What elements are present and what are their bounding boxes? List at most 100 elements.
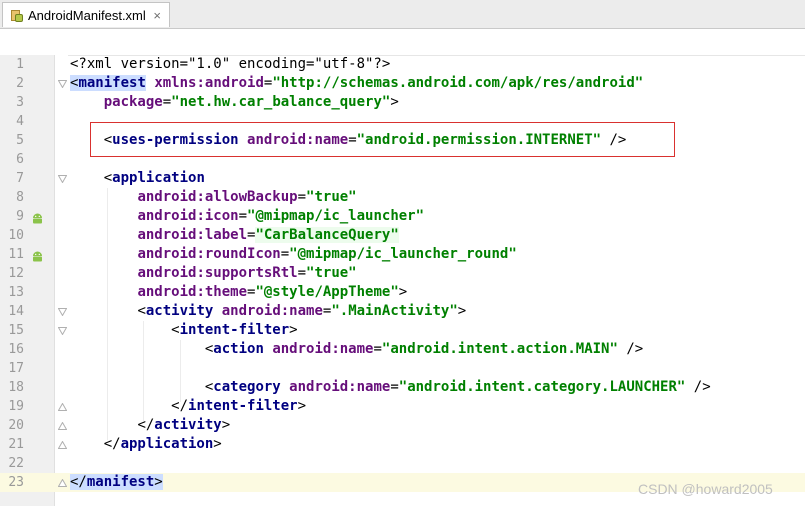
code-line[interactable]: 21 </application>	[0, 435, 805, 454]
code-text: package="net.hw.car_balance_query">	[70, 93, 399, 112]
line-number: 12	[8, 266, 24, 281]
code-line[interactable]: 11 android:roundIcon="@mipmap/ic_launche…	[0, 245, 805, 264]
token-lt: <	[103, 170, 113, 186]
fold-marker-icon[interactable]	[58, 308, 67, 316]
token-ind	[70, 208, 137, 224]
token-ind	[70, 341, 205, 357]
token-attr: android:allowBackup	[137, 189, 298, 205]
token-lt: </	[70, 474, 87, 490]
token-attr: android:name	[221, 303, 323, 319]
code-text: <manifest xmlns:android="http://schemas.…	[70, 74, 643, 93]
token-ind	[70, 322, 171, 338]
token-attr: android:label	[137, 227, 248, 243]
code-text: android:allowBackup="true"	[70, 188, 357, 207]
tab-androidmanifest[interactable]: AndroidManifest.xml ×	[2, 2, 170, 27]
code-line[interactable]: 19 </intent-filter>	[0, 397, 805, 416]
fold-marker-icon[interactable]	[58, 441, 67, 449]
xml-file-icon	[11, 9, 24, 22]
line-number: 5	[16, 133, 24, 148]
code-line[interactable]: 12 android:supportsRtl="true"	[0, 264, 805, 283]
line-number: 4	[16, 114, 24, 129]
code-text: </manifest>	[70, 473, 163, 492]
token-attr: android:supportsRtl	[137, 265, 298, 281]
code-text: android:supportsRtl="true"	[70, 264, 357, 283]
code-line[interactable]: 8 android:allowBackup="true"	[0, 188, 805, 207]
code-line[interactable]: 15 <intent-filter>	[0, 321, 805, 340]
fold-marker-icon[interactable]	[58, 403, 67, 411]
code-text: </application>	[70, 435, 222, 454]
code-line[interactable]: 13 android:theme="@style/AppTheme">	[0, 283, 805, 302]
token-val: "true"	[306, 265, 357, 281]
token-attr: android:name	[272, 341, 374, 357]
close-icon[interactable]: ×	[153, 8, 161, 23]
code-line[interactable]: 16 <action android:name="android.intent.…	[0, 340, 805, 359]
code-line[interactable]: 1 <?xml version="1.0" encoding="utf-8"?>	[0, 55, 805, 74]
code-text: android:icon="@mipmap/ic_launcher"	[70, 207, 424, 226]
line-number: 1	[16, 57, 24, 72]
code-line[interactable]: 17	[0, 359, 805, 378]
line-number: 23	[8, 475, 24, 490]
token-val: "true"	[306, 189, 357, 205]
code-text: android:theme="@style/AppTheme">	[70, 283, 407, 302]
token-end: >	[297, 398, 307, 414]
token-ind	[70, 227, 137, 243]
code-line[interactable]: 18 <category android:name="android.inten…	[0, 378, 805, 397]
token-end: >	[390, 94, 399, 110]
token-ind	[70, 417, 137, 433]
token-tag: manifest	[78, 75, 146, 91]
token-lt: <	[171, 322, 180, 338]
fold-marker-icon[interactable]	[58, 422, 67, 430]
token-end: >	[213, 436, 222, 452]
token-ind	[70, 303, 137, 319]
token-a: <?xml version="1.0" encoding="utf-8"?>	[70, 56, 391, 72]
token-attr: android:name	[289, 379, 391, 395]
code-line[interactable]: 10 android:label="CarBalanceQuery"	[0, 226, 805, 245]
android-launcher-icon[interactable]	[31, 248, 44, 262]
line-number: 9	[16, 209, 24, 224]
code-line[interactable]: 7 <application	[0, 169, 805, 188]
token-eq: =	[390, 379, 399, 395]
highlight-box	[90, 122, 675, 157]
code-line[interactable]: 9 android:icon="@mipmap/ic_launcher"	[0, 207, 805, 226]
tab-title: AndroidManifest.xml	[28, 7, 146, 23]
android-launcher-icon[interactable]	[31, 210, 44, 224]
token-end: >	[154, 474, 163, 490]
code-text: android:roundIcon="@mipmap/ic_launcher_r…	[70, 245, 516, 264]
token-attr: package	[103, 94, 163, 110]
token-tag: activity	[145, 303, 214, 319]
code-line[interactable]: 2 <manifest xmlns:android="http://schemas…	[0, 74, 805, 93]
token-attr: android:icon	[137, 208, 239, 224]
fold-marker-icon[interactable]	[58, 479, 67, 487]
code-line[interactable]: 3 package="net.hw.car_balance_query">	[0, 93, 805, 112]
token-end: >	[398, 284, 408, 300]
line-number: 2	[16, 76, 24, 91]
token-tag: intent-filter	[188, 398, 298, 414]
fold-marker-icon[interactable]	[58, 327, 67, 335]
token-eq: =	[297, 189, 307, 205]
editor-tab-bar: AndroidManifest.xml ×	[0, 0, 805, 29]
line-number: 17	[8, 361, 24, 376]
fold-marker-icon[interactable]	[58, 80, 67, 88]
code-line[interactable]: 20 </activity>	[0, 416, 805, 435]
token-ind	[70, 170, 104, 186]
token-attr: android:roundIcon	[137, 246, 281, 262]
token-val: "@style/AppTheme"	[255, 284, 399, 300]
fold-marker-icon[interactable]	[58, 175, 67, 183]
line-number: 10	[8, 228, 24, 243]
token-ind	[70, 94, 104, 110]
code-text: <action android:name="android.intent.act…	[70, 340, 643, 359]
line-number: 11	[8, 247, 24, 262]
token-sp	[281, 379, 289, 395]
line-number: 6	[16, 152, 24, 167]
token-tag: action	[213, 341, 264, 357]
editor-breadcrumb-strip	[0, 29, 805, 56]
code-line[interactable]: 22	[0, 454, 805, 473]
line-number: 18	[8, 380, 24, 395]
watermark: CSDN @howard2005	[638, 481, 773, 497]
line-number: 22	[8, 456, 24, 471]
token-ind	[70, 246, 137, 262]
code-line[interactable]: 14 <activity android:name=".MainActivity…	[0, 302, 805, 321]
line-number: 3	[16, 95, 24, 110]
token-end: >	[289, 322, 298, 338]
code-text: <category android:name="android.intent.c…	[70, 378, 711, 397]
